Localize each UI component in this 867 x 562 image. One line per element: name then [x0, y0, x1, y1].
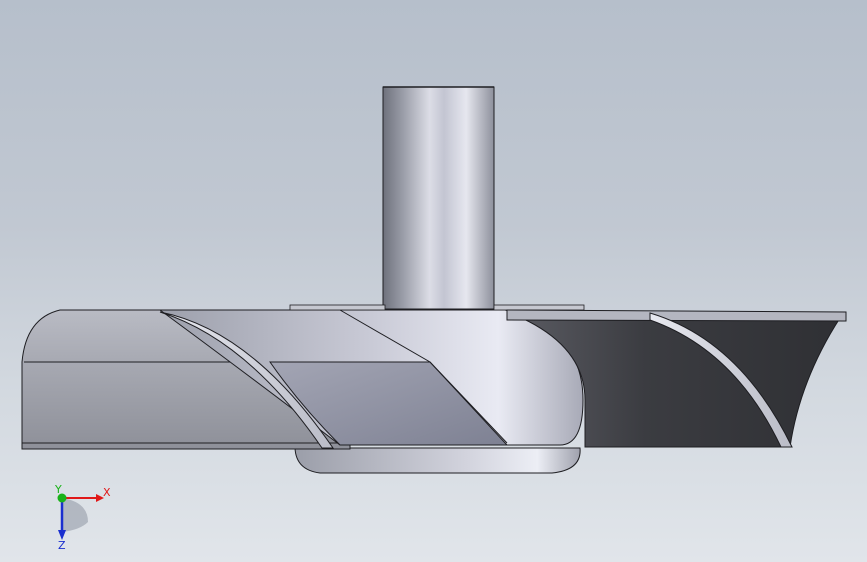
impeller-model[interactable]	[0, 0, 867, 562]
shaft[interactable]	[382, 86, 495, 310]
bottom-hub[interactable]	[294, 447, 581, 474]
coordinate-triad: X Y Z	[54, 483, 111, 550]
y-axis-label: Y	[54, 483, 62, 496]
graphics-viewport[interactable]: X Y Z	[0, 0, 867, 562]
x-axis-label: X	[103, 486, 111, 499]
z-axis-label: Z	[58, 539, 66, 550]
